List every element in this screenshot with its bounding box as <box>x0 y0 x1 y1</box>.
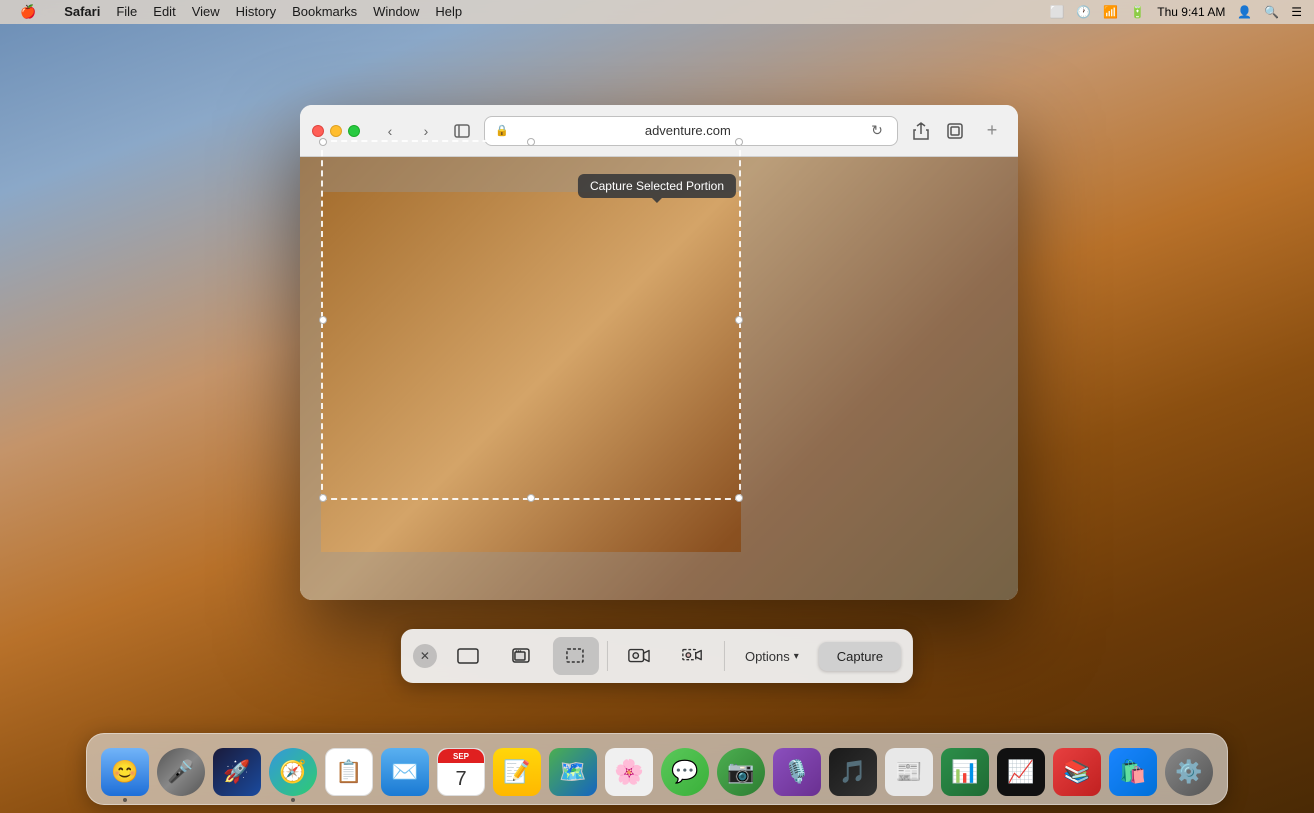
menubar-view[interactable]: View <box>184 0 228 24</box>
user-icon[interactable]: 👤 <box>1237 5 1252 19</box>
capture-button[interactable]: Capture <box>819 642 901 671</box>
finder-active-dot <box>123 798 127 802</box>
maximize-button[interactable] <box>348 125 360 137</box>
dock-podcasts[interactable]: 🎙️ <box>771 746 823 798</box>
screenshot-toolbar: ✕ <box>401 629 913 683</box>
notification-icon[interactable]: ☰ <box>1291 5 1302 19</box>
share-button[interactable] <box>906 116 936 146</box>
dock-syspref[interactable]: ⚙️ <box>1163 746 1215 798</box>
clock-icon: 🕐 <box>1076 5 1091 19</box>
articles-grid: Nicole Bailey How not to alienate locals… <box>300 436 1018 589</box>
record-selection-button[interactable] <box>670 637 716 675</box>
dock-messages[interactable]: 💬 <box>659 746 711 798</box>
article-card-2[interactable]: Dana Thomson Could this new trail be the… <box>659 436 1018 589</box>
reload-button[interactable]: ↻ <box>867 121 887 141</box>
dock-finder[interactable]: 😊 <box>99 746 151 798</box>
dock-maps[interactable]: 🗺️ <box>547 746 599 798</box>
menubar-edit[interactable]: Edit <box>145 0 183 24</box>
battery-icon: 🔋 <box>1130 5 1145 19</box>
screenshot-close-button[interactable]: ✕ <box>413 644 437 668</box>
dock-photos[interactable]: 🌸 <box>603 746 655 798</box>
dock-mail[interactable]: ✉️ <box>379 746 431 798</box>
menubar-safari[interactable]: Safari <box>56 0 108 24</box>
dock-books[interactable]: 📚 <box>1051 746 1103 798</box>
dock: 😊 🎤 🚀 🧭 📋 ✉️ SEP 7 📝 <box>86 733 1228 805</box>
browser-toolbar: ‹ › 🔒 adventure.com ↻ <box>300 105 1018 157</box>
options-chevron-icon: ▾ <box>794 651 799 662</box>
dock-siri[interactable]: 🎤 <box>155 746 207 798</box>
back-button[interactable]: ‹ <box>376 117 404 145</box>
dock-facetime[interactable]: 📷 <box>715 746 767 798</box>
dock-music[interactable]: 🎵 <box>827 746 879 798</box>
dock-numbers[interactable]: 📊 <box>939 746 991 798</box>
toolbar-actions <box>906 116 970 146</box>
menubar-help[interactable]: Help <box>427 0 470 24</box>
dock-notes[interactable]: 📝 <box>491 746 543 798</box>
new-tab-button[interactable]: + <box>978 117 1006 145</box>
menubar: 🍎 Safari File Edit View History Bookmark… <box>0 0 1314 24</box>
menubar-bookmarks[interactable]: Bookmarks <box>284 0 365 24</box>
article-image-2 <box>659 436 1018 536</box>
url-text: adventure.com <box>515 123 861 138</box>
dock-reminders[interactable]: 📋 <box>323 746 375 798</box>
menubar-history[interactable]: History <box>228 0 284 24</box>
menubar-file[interactable]: File <box>108 0 145 24</box>
address-bar[interactable]: 🔒 adventure.com ↻ <box>484 116 898 146</box>
dock-news[interactable]: 📰 <box>883 746 935 798</box>
capture-window-button[interactable] <box>499 637 545 675</box>
search-icon[interactable]: 🔍 <box>1264 5 1279 19</box>
forward-button[interactable]: › <box>412 117 440 145</box>
capture-screen-button[interactable] <box>445 637 491 675</box>
toolbar-divider <box>607 641 608 671</box>
close-button[interactable] <box>312 125 324 137</box>
safari-active-dot <box>291 798 295 802</box>
options-button[interactable]: Options ▾ <box>733 643 811 670</box>
capture-portion-button[interactable] <box>553 637 599 675</box>
screen-mirroring-icon: ⬜ <box>1049 5 1064 19</box>
browser-window: ‹ › 🔒 adventure.com ↻ <box>300 105 1018 600</box>
traffic-lights <box>312 125 360 137</box>
dock-safari[interactable]: 🧭 <box>267 746 319 798</box>
ssl-lock-icon: 🔒 <box>495 124 509 137</box>
dock-appstore[interactable]: 🛍️ <box>1107 746 1159 798</box>
dock-launchpad[interactable]: 🚀 <box>211 746 263 798</box>
menubar-window[interactable]: Window <box>365 0 427 24</box>
toolbar-divider-2 <box>724 641 725 671</box>
options-label: Options <box>745 649 790 664</box>
dock-stocks[interactable]: 📈 <box>995 746 1047 798</box>
sidebar-toggle[interactable] <box>448 117 476 145</box>
website-content: CONTRIBUTORS ABOUT Adventure.com 🔍 ‹ <box>300 157 1018 600</box>
record-screen-button[interactable] <box>616 637 662 675</box>
add-tab-button[interactable] <box>940 116 970 146</box>
menubar-time: Thu 9:41 AM <box>1157 5 1225 19</box>
menubar-status-area: ⬜ 🕐 📶 🔋 Thu 9:41 AM 👤 🔍 ☰ <box>1049 5 1302 19</box>
apple-menu[interactable]: 🍎 <box>12 0 44 24</box>
dock-calendar[interactable]: SEP 7 <box>435 746 487 798</box>
minimize-button[interactable] <box>330 125 342 137</box>
wifi-icon: 📶 <box>1103 5 1118 19</box>
